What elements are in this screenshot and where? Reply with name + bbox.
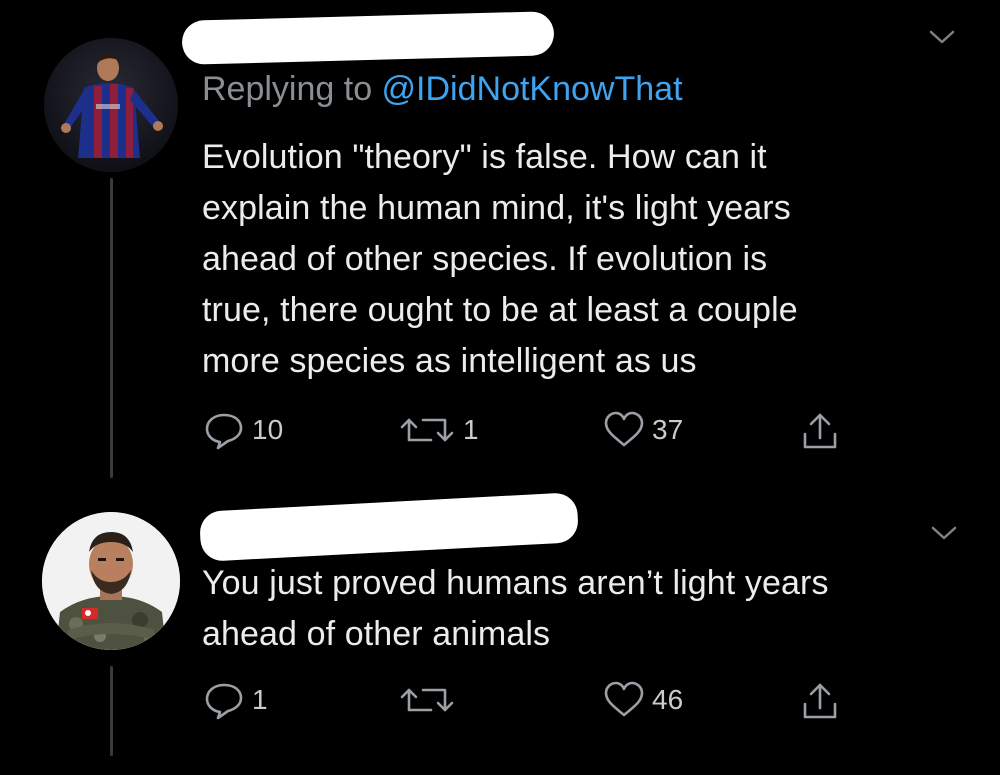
retweet-button[interactable] bbox=[397, 680, 463, 720]
like-button[interactable]: 46 bbox=[602, 680, 683, 720]
tweet-actions: 1 46 bbox=[202, 680, 862, 724]
avatar-image bbox=[42, 512, 180, 650]
tweet-1[interactable]: Replying to @IDidNotKnowThat Evolution "… bbox=[0, 0, 1000, 480]
tweet-2[interactable]: You just proved humans aren’t light year… bbox=[0, 480, 1000, 775]
reply-button[interactable]: 1 bbox=[202, 680, 268, 720]
share-button[interactable] bbox=[800, 680, 840, 722]
share-icon bbox=[803, 413, 837, 449]
like-button[interactable]: 37 bbox=[602, 410, 683, 450]
thread-line bbox=[110, 666, 113, 756]
like-icon bbox=[604, 681, 644, 717]
reply-button[interactable]: 10 bbox=[202, 410, 283, 450]
avatar[interactable] bbox=[44, 38, 178, 172]
reply-icon bbox=[205, 683, 243, 720]
retweet-button[interactable]: 1 bbox=[397, 410, 479, 450]
retweet-icon bbox=[400, 688, 454, 712]
chevron-down-icon[interactable] bbox=[928, 28, 956, 46]
avatar-image bbox=[44, 38, 178, 172]
like-count: 46 bbox=[652, 684, 684, 715]
avatar[interactable] bbox=[42, 512, 180, 650]
replying-to: Replying to @IDidNotKnowThat bbox=[202, 70, 683, 109]
like-count: 37 bbox=[652, 414, 684, 445]
tweet-text: Evolution "theory" is false. How can it … bbox=[202, 138, 798, 380]
like-icon bbox=[604, 411, 644, 447]
thread-line bbox=[110, 178, 113, 478]
redacted-username bbox=[198, 492, 580, 562]
share-icon bbox=[803, 683, 837, 719]
share-button[interactable] bbox=[800, 410, 840, 452]
reply-icon bbox=[205, 413, 243, 450]
reply-count: 1 bbox=[252, 684, 268, 715]
chevron-down-icon[interactable] bbox=[930, 524, 958, 542]
tweet-text: You just proved humans aren’t light year… bbox=[202, 564, 829, 653]
tweet-actions: 10 1 37 bbox=[202, 410, 862, 454]
retweet-icon bbox=[400, 418, 454, 442]
reply-count: 10 bbox=[252, 414, 284, 445]
retweet-count: 1 bbox=[463, 414, 479, 445]
replying-to-label: Replying to bbox=[202, 70, 382, 108]
replying-to-handle[interactable]: @IDidNotKnowThat bbox=[382, 70, 683, 108]
redacted-username bbox=[181, 11, 555, 65]
